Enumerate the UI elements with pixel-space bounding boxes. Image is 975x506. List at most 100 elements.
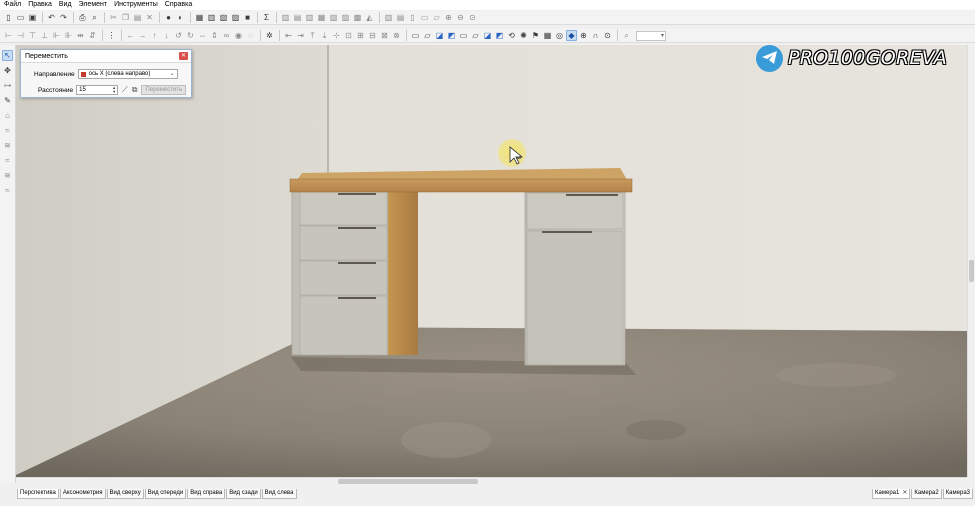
view-back-icon[interactable]: ▱ (422, 30, 433, 41)
zoom-out-icon[interactable]: ⊖ (455, 12, 466, 23)
tab-axonometry[interactable]: Аксонометрия (59, 489, 106, 499)
copy-icon[interactable]: ❐ (120, 12, 131, 23)
tab-camera3[interactable]: Камера3 (942, 489, 973, 499)
redo-icon[interactable]: ↷ (58, 12, 69, 23)
scroll-thumb[interactable] (338, 479, 478, 484)
layer-down-icon[interactable]: ▥ (304, 12, 315, 23)
texture-icon[interactable]: ▦ (542, 30, 553, 41)
menu-tools[interactable]: Инструменты (114, 0, 158, 10)
snap-edge-icon[interactable]: ⊡ (343, 30, 354, 41)
flip-v-icon[interactable]: ⇕ (209, 30, 220, 41)
print-icon[interactable]: ⎙ (77, 12, 88, 23)
measure-ruler-icon[interactable]: ⊶ (2, 80, 13, 91)
align-left-icon[interactable]: ⊢ (3, 30, 14, 41)
space-h-icon[interactable]: ⇹ (75, 30, 86, 41)
align-bottom-icon[interactable]: ⊪ (63, 30, 74, 41)
transform-icon[interactable]: ✥ (2, 65, 13, 76)
move-right-icon[interactable]: → (137, 30, 148, 41)
menu-file[interactable]: Файл (4, 0, 21, 10)
magnet-icon[interactable]: ∩ (590, 30, 601, 41)
size-d-icon[interactable]: ▱ (431, 12, 442, 23)
new-file-icon[interactable]: ▯ (3, 12, 14, 23)
rotate-left-icon[interactable]: ↺ (173, 30, 184, 41)
open-folder-icon[interactable]: ▭ (15, 12, 26, 23)
snap-bottom-icon[interactable]: ⤓ (319, 30, 330, 41)
view-front-icon[interactable]: ▭ (410, 30, 421, 41)
tab-back-view[interactable]: Вид сзади (226, 489, 261, 499)
measure-icon[interactable]: ⊕ (578, 30, 589, 41)
menu-view[interactable]: Вид (59, 0, 72, 10)
vertical-scrollbar[interactable] (967, 45, 975, 477)
snap-corner-icon[interactable]: ⊞ (355, 30, 366, 41)
flip-h-icon[interactable]: ⇔ (197, 30, 208, 41)
distance-input[interactable]: 15 ▲ ▼ (76, 85, 119, 95)
mirror-icon[interactable]: ◭ (364, 12, 375, 23)
lock-icon[interactable]: ▨ (340, 12, 351, 23)
menu-edit[interactable]: Правка (28, 0, 52, 10)
delete-icon[interactable]: ✕ (144, 12, 155, 23)
snap-left-icon[interactable]: ⇤ (283, 30, 294, 41)
tab-front-view[interactable]: Вид спереди (144, 489, 187, 499)
material-icon[interactable]: ◐ (175, 12, 186, 23)
properties-icon[interactable]: ▦ (194, 12, 205, 23)
view-left-icon[interactable]: ◩ (446, 30, 457, 41)
camera-icon[interactable]: ⊙ (602, 30, 613, 41)
tab-top-view[interactable]: Вид сверху (106, 489, 144, 499)
eyedropper-icon[interactable]: ✎ (2, 95, 13, 106)
snap-toggle-icon[interactable]: ◆ (566, 30, 577, 41)
eye-hidden-icon[interactable]: ◉ (233, 30, 244, 41)
cut-icon[interactable]: ✂ (108, 12, 119, 23)
snap-grid-icon[interactable]: ⊠ (379, 30, 390, 41)
sum-icon[interactable]: Σ (261, 12, 272, 23)
tab-perspective[interactable]: Перспектива (17, 489, 59, 499)
scroll-thumb[interactable] (969, 260, 974, 282)
tab-left-view[interactable]: Вид слева (261, 489, 297, 499)
stop-icon[interactable]: ■ (242, 12, 253, 23)
view-persp-icon[interactable]: ◪ (482, 30, 493, 41)
direction-select[interactable]: ось X (слева направо) ⌄ (77, 69, 178, 79)
wall-icon[interactable]: ▥ (206, 12, 217, 23)
rotate-view-icon[interactable]: ⟲ (506, 30, 517, 41)
snap-right-icon[interactable]: ⇥ (295, 30, 306, 41)
align-center-icon[interactable]: ⊣ (15, 30, 26, 41)
view-right-icon[interactable]: ▭ (458, 30, 469, 41)
view-outline-icon[interactable]: ◌ (245, 30, 256, 41)
snap-off-icon[interactable]: ⊗ (391, 30, 402, 41)
select-arrow-icon[interactable]: ↖ (2, 50, 13, 61)
settings-gear-icon[interactable]: ✲ (264, 30, 275, 41)
unlock-icon[interactable]: ▩ (352, 12, 363, 23)
door-icon[interactable]: ▧ (218, 12, 229, 23)
zoom-combo[interactable]: ▾ (636, 30, 666, 41)
snap-center-icon[interactable]: ⊹ (331, 30, 342, 41)
size-h-icon[interactable]: ▭ (419, 12, 430, 23)
grid-icon[interactable]: ⋮ (106, 30, 117, 41)
space-v-icon[interactable]: ⇵ (87, 30, 98, 41)
tab-right-view[interactable]: Вид справа (187, 489, 226, 499)
view-bottom-icon[interactable]: ▱ (470, 30, 481, 41)
align-right-icon[interactable]: ⊤ (27, 30, 38, 41)
zoom-in-icon[interactable]: ⊕ (443, 12, 454, 23)
tab-camera1[interactable]: Камера1 ✕ (872, 489, 911, 499)
rotate-right-icon[interactable]: ↻ (185, 30, 196, 41)
tool-4-icon[interactable]: ≋ (2, 170, 13, 181)
dist-h-icon[interactable]: ▥ (383, 12, 394, 23)
paint-icon[interactable]: ⌂ (2, 110, 13, 121)
menu-help[interactable]: Справка (165, 0, 192, 10)
render-sphere-icon[interactable]: ● (163, 12, 174, 23)
measure-tool-icon[interactable]: ⟋ (122, 85, 128, 95)
layer-icon[interactable]: ▥ (280, 12, 291, 23)
tool-1-icon[interactable]: ≈ (2, 125, 13, 136)
zoom-icon[interactable]: ⌕ (621, 30, 632, 41)
menu-element[interactable]: Элемент (79, 0, 108, 10)
group-icon[interactable]: ▦ (316, 12, 327, 23)
move-down-icon[interactable]: ↓ (161, 30, 172, 41)
tool-2-icon[interactable]: ≋ (2, 140, 13, 151)
snap-top-icon[interactable]: ⤒ (307, 30, 318, 41)
view-iso-icon[interactable]: ◩ (494, 30, 505, 41)
print-preview-icon[interactable]: ⌕ (89, 12, 100, 23)
align-middle-icon[interactable]: ⊩ (51, 30, 62, 41)
horizontal-scrollbar[interactable] (16, 477, 967, 485)
zoom-fit-icon[interactable]: ⊙ (467, 12, 478, 23)
tool-3-icon[interactable]: ≈ (2, 155, 13, 166)
align-top-icon[interactable]: ⊥ (39, 30, 50, 41)
